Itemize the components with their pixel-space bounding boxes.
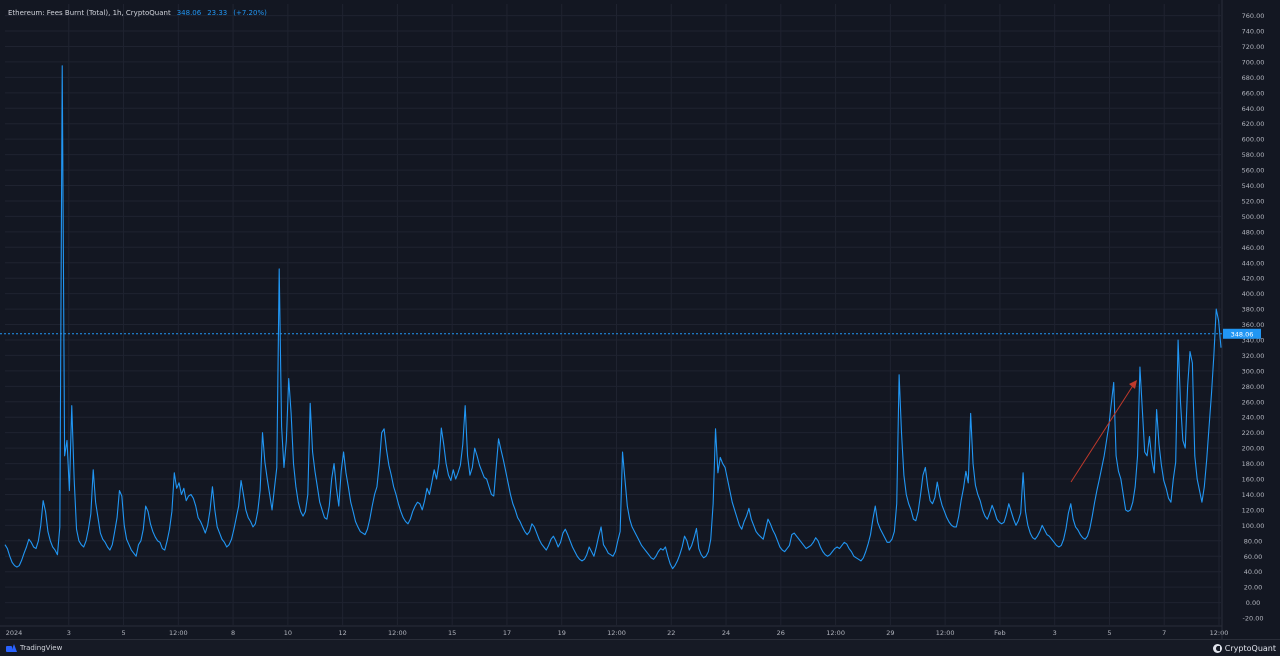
y-tick-label: 680.00 xyxy=(1242,74,1265,82)
y-tick-label: 380.00 xyxy=(1242,306,1265,314)
y-tick-label: 400.00 xyxy=(1242,290,1265,298)
y-tick-label: 140.00 xyxy=(1242,491,1265,499)
y-tick-label: 300.00 xyxy=(1242,367,1265,375)
price-tag-label: 348.06 xyxy=(1231,330,1254,338)
y-tick-label: 200.00 xyxy=(1242,445,1265,453)
y-tick-label: 440.00 xyxy=(1242,259,1265,267)
x-tick-label: 19 xyxy=(558,629,566,637)
series-line xyxy=(4,65,1222,570)
x-tick-label: 7 xyxy=(1162,629,1166,637)
y-tick-label: 80.00 xyxy=(1244,537,1263,545)
cryptoquant-label: CryptoQuant xyxy=(1224,643,1276,653)
x-tick-label: 22 xyxy=(667,629,675,637)
y-tick-label: 520.00 xyxy=(1242,197,1265,205)
y-tick-label: 540.00 xyxy=(1242,182,1265,190)
cryptoquant-icon xyxy=(1212,643,1222,653)
x-tick-label: 5 xyxy=(1107,629,1111,637)
y-tick-label: 60.00 xyxy=(1244,553,1263,561)
y-tick-label: 40.00 xyxy=(1244,568,1263,576)
x-tick-label: 12:00 xyxy=(607,629,626,637)
x-tick-label: 12:00 xyxy=(388,629,407,637)
tradingview-icon xyxy=(6,644,17,652)
annotation-arrowhead xyxy=(1129,380,1137,389)
y-tick-label: 560.00 xyxy=(1242,167,1265,175)
chart-header: Ethereum: Fees Burnt (Total), 1h, Crypto… xyxy=(8,7,267,19)
y-tick-label: 420.00 xyxy=(1242,275,1265,283)
x-tick-label: 3 xyxy=(1053,629,1057,637)
y-tick-label: 280.00 xyxy=(1242,383,1265,391)
cryptoquant-logo[interactable]: CryptoQuant xyxy=(1212,642,1276,654)
x-tick-label: 8 xyxy=(231,629,235,637)
y-tick-label: 320.00 xyxy=(1242,352,1265,360)
y-tick-label: 20.00 xyxy=(1244,584,1263,592)
y-tick-label: 500.00 xyxy=(1242,213,1265,221)
x-tick-label: 26 xyxy=(777,629,785,637)
y-tick-label: 220.00 xyxy=(1242,429,1265,437)
y-tick-label: 460.00 xyxy=(1242,244,1265,252)
y-tick-label: 480.00 xyxy=(1242,228,1265,236)
y-tick-label: 640.00 xyxy=(1242,105,1265,113)
x-tick-label: 24 xyxy=(722,629,730,637)
x-tick-label: 12 xyxy=(338,629,346,637)
tradingview-label: TradingView xyxy=(20,644,63,652)
chart-area[interactable]: -20.00 0.00 20.00 40.00 60.00 80.00 100.00 120.… xyxy=(0,0,1280,656)
x-tick-label: 12:00 xyxy=(169,629,188,637)
y-tick-label: 360.00 xyxy=(1242,321,1265,329)
tradingview-logo[interactable]: TradingView xyxy=(6,642,62,654)
y-tick-label: 580.00 xyxy=(1242,151,1265,159)
x-tick-label: 17 xyxy=(503,629,511,637)
x-tick-label: 3 xyxy=(67,629,71,637)
y-tick-label: 660.00 xyxy=(1242,89,1265,97)
y-tick-label: 100.00 xyxy=(1242,522,1265,530)
y-tick-label: 620.00 xyxy=(1242,120,1265,128)
x-tick-label: 10 xyxy=(284,629,292,637)
x-tick-label: 29 xyxy=(886,629,894,637)
x-tick-label: 15 xyxy=(448,629,456,637)
x-tick-label: 12:00 xyxy=(1210,629,1229,637)
y-tick-label: -20.00 xyxy=(1243,615,1264,623)
x-tick-label: 2024 xyxy=(6,629,23,637)
x-tick-label: Feb xyxy=(994,629,1006,637)
y-tick-label: 120.00 xyxy=(1242,506,1265,514)
series-title: Ethereum: Fees Burnt (Total), 1h, Crypto… xyxy=(8,9,171,17)
chart-footer xyxy=(0,639,1280,656)
change-value: 23.33 xyxy=(207,9,228,17)
y-tick-label: 240.00 xyxy=(1242,414,1265,422)
y-tick-label: 260.00 xyxy=(1242,398,1265,406)
last-value: 348.06 xyxy=(176,9,202,17)
y-tick-label: 0.00 xyxy=(1246,599,1260,607)
y-tick-label: 760.00 xyxy=(1242,12,1265,20)
y-tick-label: 160.00 xyxy=(1242,476,1265,484)
y-tick-label: 600.00 xyxy=(1242,136,1265,144)
x-tick-label: 12:00 xyxy=(936,629,955,637)
y-tick-label: 720.00 xyxy=(1242,43,1265,51)
price-chart[interactable]: -20.00 0.00 20.00 40.00 60.00 80.00 100.00 120.… xyxy=(0,0,1280,655)
x-tick-label: 5 xyxy=(121,629,125,637)
change-percent: (+7.20%) xyxy=(233,9,267,17)
y-tick-label: 740.00 xyxy=(1242,28,1265,36)
y-tick-label: 180.00 xyxy=(1242,460,1265,468)
y-tick-label: 700.00 xyxy=(1242,58,1265,66)
x-tick-label: 12:00 xyxy=(826,629,845,637)
